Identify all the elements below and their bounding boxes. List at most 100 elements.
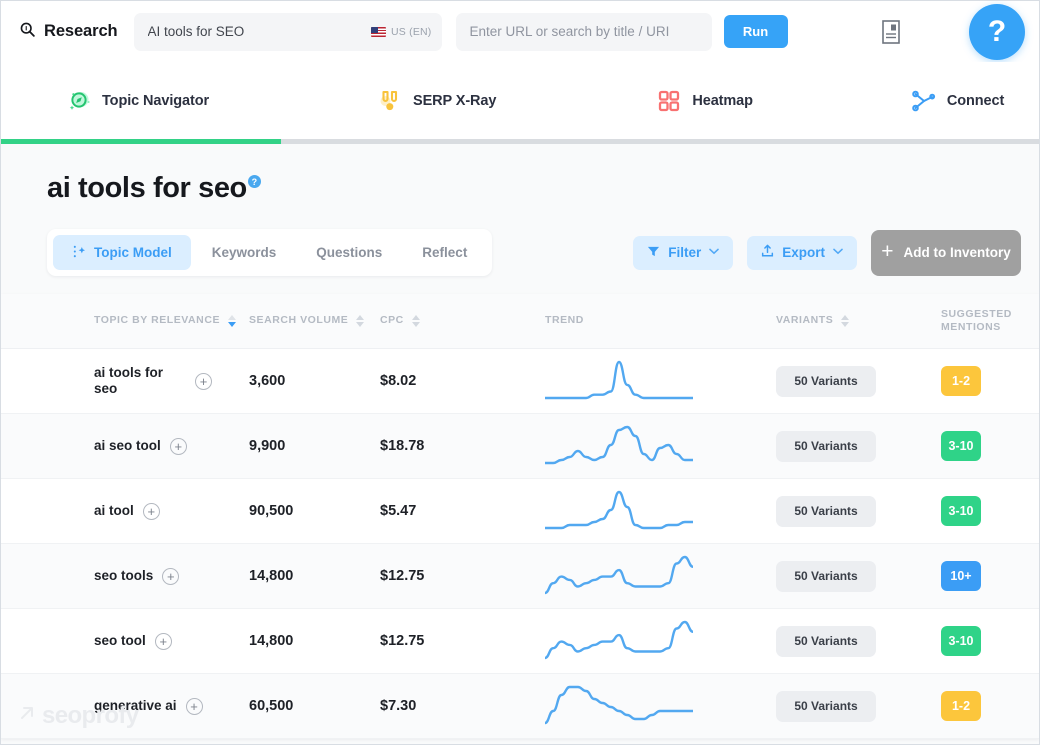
variants-pill[interactable]: 50 Variants	[776, 495, 876, 527]
search-volume-value: 90,500	[249, 503, 294, 519]
topic-name: seo tool	[94, 633, 146, 649]
topic-cell: seo tools +	[94, 567, 249, 585]
trend-sparkline	[545, 490, 693, 530]
variants-cell: 50 Variants	[776, 625, 941, 657]
sort-icon[interactable]	[356, 315, 365, 327]
col-cpc[interactable]: CPC	[380, 314, 545, 327]
mentions-cell: 3-10	[941, 626, 1039, 656]
add-topic-icon[interactable]: +	[162, 567, 180, 585]
table-row[interactable]: ai tools for seo +3,600 $8.02 50 Variants 1-…	[1, 349, 1039, 414]
url-search-field[interactable]	[455, 12, 712, 51]
tab-topic-model[interactable]: Topic Model	[53, 235, 191, 270]
tab-keywords[interactable]: Keywords	[193, 235, 296, 270]
search-volume-cell: 90,500	[249, 502, 380, 520]
variants-pill[interactable]: 50 Variants	[776, 690, 876, 722]
mentions-cell: 1-2	[941, 691, 1039, 721]
toolbar-actions: Filter Export + Add to Inventory	[633, 229, 1021, 276]
nav-tab-connect[interactable]: Connect	[911, 88, 1004, 114]
trend-sparkline	[545, 360, 693, 400]
trend-cell	[545, 685, 776, 727]
variants-pill[interactable]: 50 Variants	[776, 560, 876, 592]
table-row[interactable]: generative ai +60,500 $7.30 50 Variants 1-2	[1, 674, 1039, 739]
cpc-value: $18.78	[380, 438, 425, 454]
trend-sparkline	[545, 425, 693, 465]
locale-label: US (EN)	[391, 25, 432, 38]
col-variants[interactable]: VARIANTS	[776, 314, 941, 327]
col-label: CPC	[380, 314, 404, 327]
add-topic-icon[interactable]: +	[154, 632, 172, 650]
view-tabs: Topic Model Keywords Questions Reflect	[47, 229, 493, 276]
add-topic-icon[interactable]: +	[195, 372, 212, 390]
locale-selector[interactable]: US (EN)	[371, 26, 431, 38]
upload-icon	[761, 244, 774, 261]
cpc-value: $8.02	[380, 373, 417, 389]
nav-tab-heatmap[interactable]: Heatmap	[656, 88, 753, 114]
sort-icon[interactable]	[841, 315, 850, 327]
brand-label: Research	[44, 22, 118, 40]
topic-name: ai tool	[94, 503, 134, 519]
col-search-volume[interactable]: SEARCH VOLUME	[249, 314, 380, 327]
nav-tab-topic-navigator[interactable]: Topic Navigator	[66, 88, 209, 114]
main-content: ai tools for seo ? Topic Model Keywords …	[1, 144, 1039, 744]
search-volume-cell: 3,600	[249, 372, 380, 390]
cpc-cell: $12.75	[380, 632, 545, 650]
add-to-inventory-button[interactable]: + Add to Inventory	[871, 229, 1021, 276]
cpc-cell: $18.78	[380, 437, 545, 455]
tab-label: Topic Model	[94, 245, 172, 260]
trend-sparkline	[545, 685, 693, 725]
nav-tab-serp-x-ray[interactable]: SERP X-Ray	[377, 88, 496, 114]
table-header-row: TOPIC BY RELEVANCE SEARCH VOLUME CPC TRE…	[1, 294, 1039, 349]
filter-button[interactable]: Filter	[633, 235, 734, 270]
filter-label: Filter	[668, 245, 702, 260]
table-row[interactable]: seo tool +14,800 $12.75 50 Variants 3-10	[1, 609, 1039, 674]
url-input[interactable]	[469, 24, 698, 39]
help-button[interactable]: ?	[969, 4, 1025, 60]
variants-cell: 50 Variants	[776, 690, 941, 722]
variants-cell: 50 Variants	[776, 495, 941, 527]
mentions-cell: 10+	[941, 561, 1039, 591]
table-row[interactable]: ai tool +90,500 $5.47 50 Variants 3-10	[1, 479, 1039, 544]
toolbar: Topic Model Keywords Questions Reflect F…	[1, 229, 1039, 276]
mentions-badge: 3-10	[941, 431, 981, 461]
topic-cell: ai tools for seo +	[94, 365, 249, 397]
add-topic-icon[interactable]: +	[169, 437, 187, 455]
search-volume-value: 14,800	[249, 568, 294, 584]
nav-tab-label: Connect	[946, 92, 1005, 109]
cpc-cell: $8.02	[380, 372, 545, 390]
topic-cell: ai seo tool +	[94, 437, 249, 455]
title-help-icon[interactable]: ?	[247, 175, 261, 188]
add-topic-icon[interactable]: +	[142, 502, 160, 520]
mentions-cell: 3-10	[941, 496, 1039, 526]
sort-icon[interactable]	[228, 315, 237, 327]
sparkle-icon	[72, 244, 87, 262]
sort-icon[interactable]	[411, 315, 420, 327]
mentions-cell: 3-10	[941, 431, 1039, 461]
keyword-search-input[interactable]: AI tools for SEO US (EN)	[133, 12, 442, 51]
add-topic-icon[interactable]: +	[185, 697, 203, 715]
variants-pill[interactable]: 50 Variants	[776, 430, 876, 462]
compass-icon	[66, 88, 92, 114]
app-window: Research AI tools for SEO US (EN) Run ?	[0, 0, 1040, 745]
tab-questions[interactable]: Questions	[297, 235, 401, 270]
chevron-down-icon	[833, 247, 843, 258]
export-button[interactable]: Export	[747, 235, 857, 270]
table-body: ai tools for seo +3,600 $8.02 50 Variants 1-…	[1, 349, 1039, 739]
cpc-value: $12.75	[380, 633, 425, 649]
variants-pill[interactable]: 50 Variants	[776, 625, 876, 657]
cpc-cell: $12.75	[380, 567, 545, 585]
variants-pill[interactable]: 50 Variants	[776, 365, 876, 397]
add-to-inventory-label: Add to Inventory	[903, 244, 1011, 260]
table-row[interactable]: ai seo tool +9,900 $18.78 50 Variants 3-10	[1, 414, 1039, 479]
document-icon[interactable]	[880, 19, 902, 45]
run-button[interactable]: Run	[723, 15, 788, 48]
tab-reflect[interactable]: Reflect	[403, 235, 486, 270]
variants-cell: 50 Variants	[776, 365, 941, 397]
col-label: SUGGESTED MENTIONS	[941, 307, 1012, 333]
search-volume-cell: 14,800	[249, 567, 380, 585]
search-volume-cell: 9,900	[249, 437, 380, 455]
table-row[interactable]: seo tools +14,800 $12.75 50 Variants 10+	[1, 544, 1039, 609]
col-topic-by-relevance[interactable]: TOPIC BY RELEVANCE	[94, 314, 249, 327]
search-volume-value: 9,900	[249, 438, 286, 454]
chevron-down-icon	[709, 247, 720, 258]
mentions-cell: 1-2	[941, 366, 1039, 396]
